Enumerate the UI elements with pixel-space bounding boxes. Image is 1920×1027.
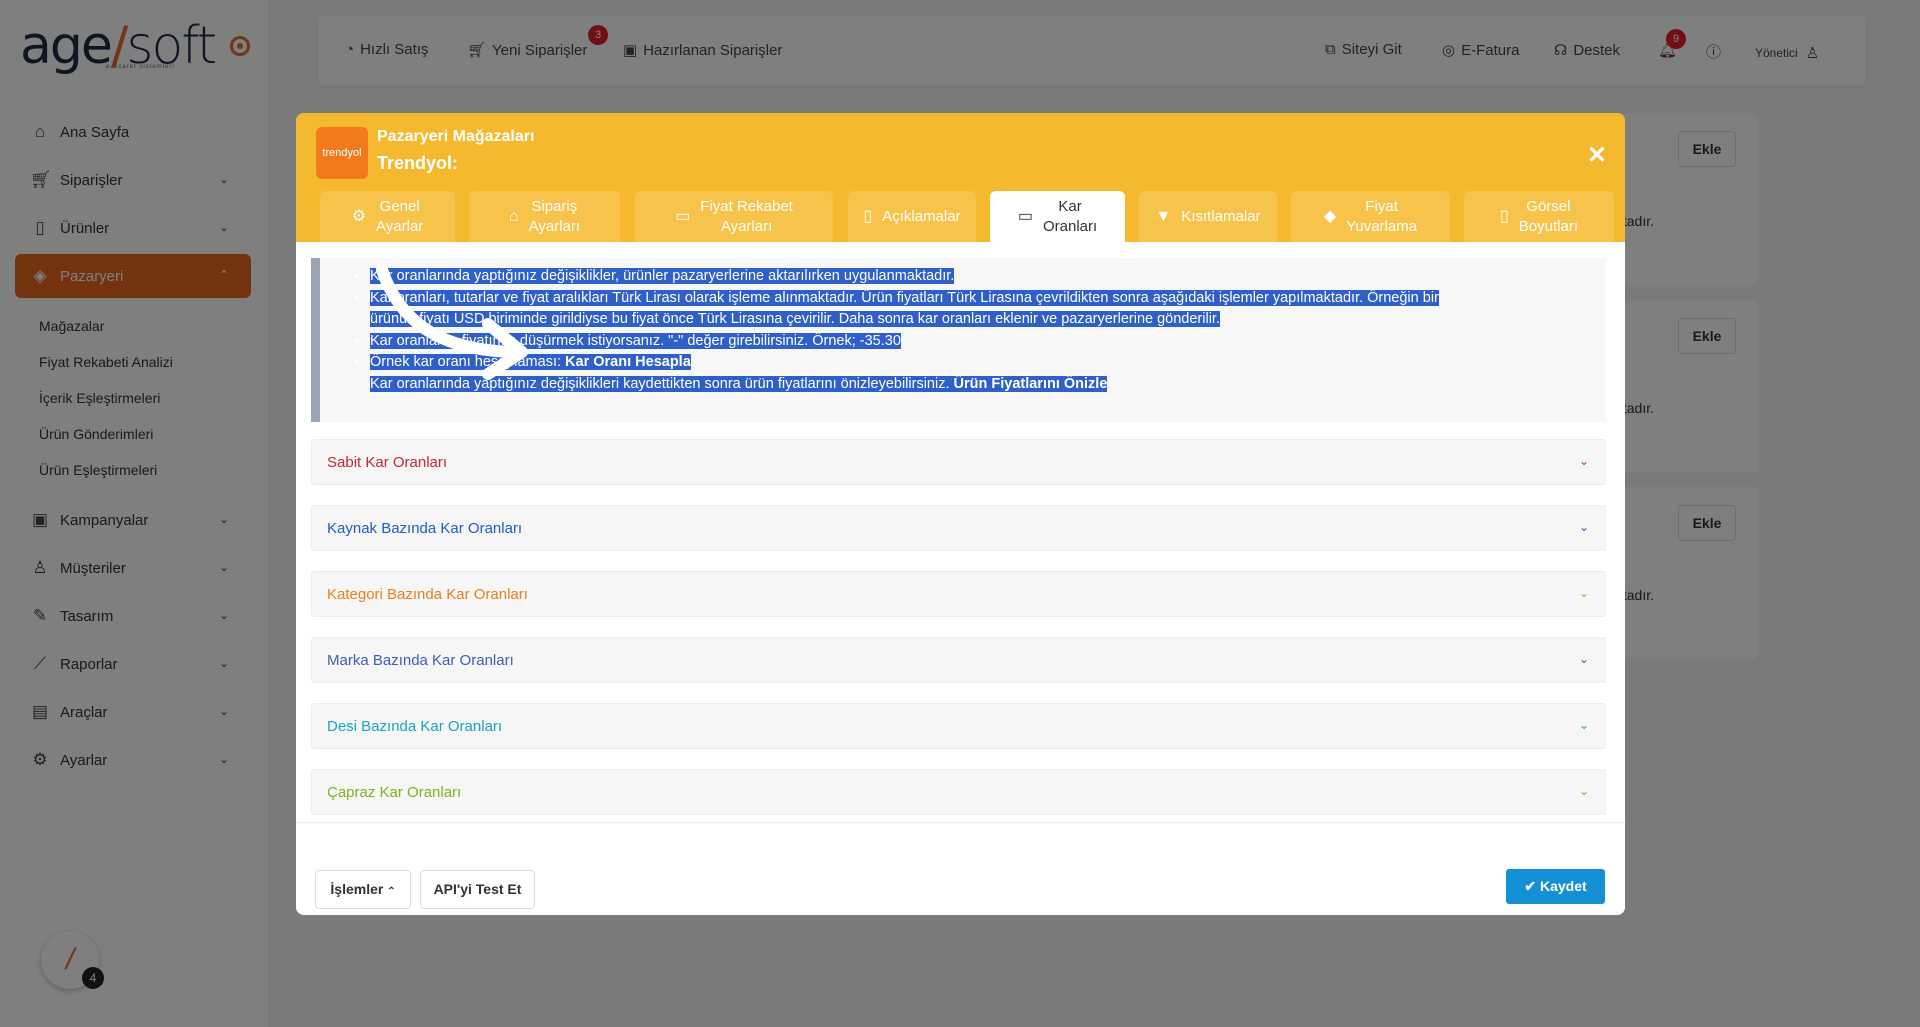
tab-label: Sipariş xyxy=(531,197,578,215)
modal-title: Pazaryeri Mağazaları xyxy=(377,128,535,145)
chevron-down-icon: ⌄ xyxy=(1578,718,1589,732)
accordion-label: Desi Bazında Kar Oranları xyxy=(327,718,503,735)
trendyol-logo: trendyol xyxy=(316,127,368,179)
urun-fiyatlarini-onizle-link[interactable]: Ürün Fiyatlarını Önizle xyxy=(954,376,1108,392)
accordion-label: Kaynak Bazında Kar Oranları xyxy=(327,520,523,537)
chevron-down-icon: ⌄ xyxy=(1578,784,1589,798)
tab-siparis-ayarlari[interactable]: ⌂ Sipariş Ayarları xyxy=(469,191,620,242)
accordion-label: Marka Bazında Kar Oranları xyxy=(327,652,514,669)
accordion-kategori-bazinda[interactable]: Kategori Bazında Kar Oranları ⌄ xyxy=(311,571,1606,617)
basket-icon: ⌂ xyxy=(508,207,519,225)
save-label: Kaydet xyxy=(1539,878,1587,894)
gear-icon: ⚙ xyxy=(351,207,367,225)
tab-label: Ayarlar xyxy=(376,217,424,235)
accordion-marka-bazinda[interactable]: Marka Bazında Kar Oranları ⌄ xyxy=(311,637,1606,683)
accordion-capraz-kar[interactable]: Çapraz Kar Oranları ⌄ xyxy=(311,769,1606,815)
islemler-label: İşlemler xyxy=(330,881,384,897)
accordion-label: Çapraz Kar Oranları xyxy=(327,784,462,801)
tab-label: Ayarları xyxy=(528,217,581,235)
filter-icon: ▼ xyxy=(1155,207,1172,225)
tab-fiyat-rekabet[interactable]: ▭ Fiyat Rekabet Ayarları xyxy=(635,191,833,242)
tab-gorsel-boyutlari[interactable]: ▯ Görsel Boyutları xyxy=(1464,191,1614,242)
tab-label: Fiyat Rekabet xyxy=(700,197,793,215)
tags-icon: ◆ xyxy=(1323,207,1337,225)
tab-label: Görsel xyxy=(1526,197,1571,215)
image-file-icon: ▯ xyxy=(1499,207,1509,225)
tab-label: Kısıtlamalar xyxy=(1181,207,1261,225)
chevron-up-icon: ⌃ xyxy=(387,886,396,897)
islemler-dropdown-button[interactable]: İşlemler ⌃ xyxy=(315,870,411,909)
modal-subtitle: Trendyol: xyxy=(377,153,459,173)
tab-fiyat-yuvarlama[interactable]: ◆ Fiyat Yuvarlama xyxy=(1291,191,1450,242)
tab-label: Boyutları xyxy=(1518,217,1578,235)
accordion-sabit-kar[interactable]: Sabit Kar Oranları ⌄ xyxy=(311,439,1606,485)
chevron-down-icon: ⌄ xyxy=(1578,520,1589,534)
tutorial-arrow-icon xyxy=(376,264,528,380)
document-icon: ▯ xyxy=(863,207,873,225)
save-button[interactable]: ✔ Kaydet xyxy=(1506,869,1605,904)
tab-label: Genel xyxy=(379,197,420,215)
tab-genel-ayarlar[interactable]: ⚙ Genel Ayarlar xyxy=(320,191,455,242)
kar-orani-hesapla-link[interactable]: Kar Oranı Hesapla xyxy=(565,354,691,370)
tab-label: Ayarları xyxy=(720,217,773,235)
tab-aciklamalar[interactable]: ▯ Açıklamalar xyxy=(848,191,976,242)
tab-label: Yuvarlama xyxy=(1346,217,1418,235)
chevron-down-icon: ⌄ xyxy=(1578,454,1589,468)
modal-header: trendyol Pazaryeri Mağazaları Trendyol: … xyxy=(296,113,1625,242)
tab-label: Oranları xyxy=(1042,217,1098,235)
accordion-desi-bazinda[interactable]: Desi Bazında Kar Oranları ⌄ xyxy=(311,703,1606,749)
marketplace-stores-modal: trendyol Pazaryeri Mağazaları Trendyol: … xyxy=(296,113,1625,915)
api-test-button[interactable]: API'yi Test Et xyxy=(420,870,535,909)
chevron-down-icon: ⌄ xyxy=(1578,652,1589,666)
accordion-label: Kategori Bazında Kar Oranları xyxy=(327,586,528,603)
modal-footer: İşlemler ⌃ API'yi Test Et ✔ Kaydet xyxy=(296,822,1625,915)
accordion-label: Sabit Kar Oranları xyxy=(327,454,448,471)
chevron-down-icon: ⌄ xyxy=(1578,586,1589,600)
close-icon[interactable]: ✕ xyxy=(1587,141,1607,170)
tab-label: Fiyat xyxy=(1365,197,1398,215)
check-icon: ✔ xyxy=(1524,878,1537,894)
accordion-kaynak-bazinda[interactable]: Kaynak Bazında Kar Oranları ⌄ xyxy=(311,505,1606,551)
tab-label: Açıklamalar xyxy=(882,207,961,225)
tab-kar-oranlari[interactable]: ▭ Kar Oranları xyxy=(990,191,1125,242)
money-icon: ▭ xyxy=(675,207,691,225)
cash-icon: ▭ xyxy=(1017,207,1033,225)
tab-kisitlamalar[interactable]: ▼ Kısıtlamalar xyxy=(1139,191,1277,242)
tab-label: Kar xyxy=(1058,197,1082,215)
